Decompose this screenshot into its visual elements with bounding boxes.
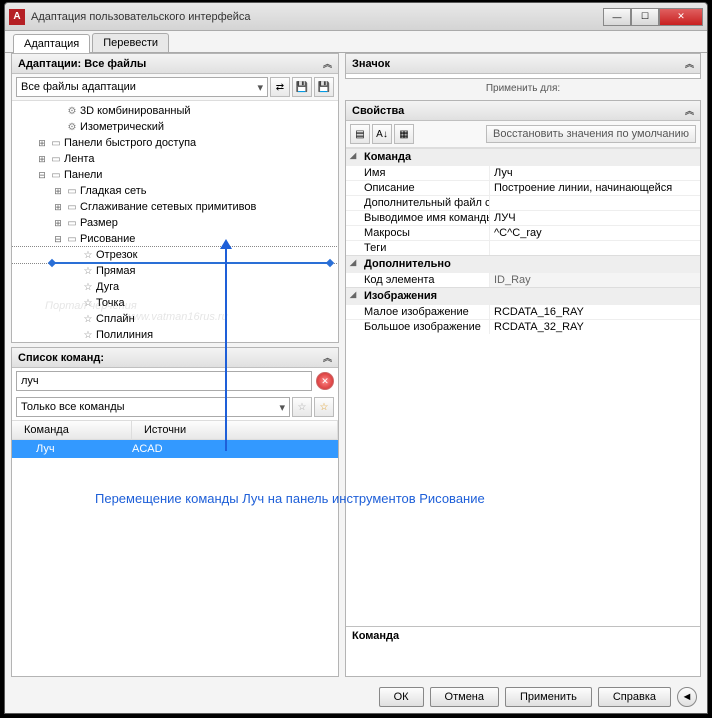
tab-adaptation[interactable]: Адаптация <box>13 34 90 53</box>
close-button[interactable]: ✕ <box>659 8 703 26</box>
icon-panel-header: Значок <box>352 58 390 70</box>
tab-translate[interactable]: Перевести <box>92 33 169 52</box>
command-filter-combo[interactable]: Только все команды <box>16 397 290 417</box>
props-icon[interactable]: ▦ <box>394 124 414 144</box>
commandlist-header: Список команд: <box>18 352 104 364</box>
favorite-icon[interactable]: ☆ <box>292 397 312 417</box>
drop-indicator <box>52 262 330 264</box>
clear-search-icon[interactable]: ✕ <box>316 372 334 390</box>
window-title: Адаптация пользовательского интерфейса <box>31 11 603 23</box>
properties-header: Свойства <box>352 105 404 117</box>
collapse-icon[interactable]: ︽ <box>323 351 332 364</box>
apply-button[interactable]: Применить <box>505 687 592 707</box>
tab-strip: Адаптация Перевести <box>5 31 707 53</box>
adaptation-files-combo[interactable]: Все файлы адаптации <box>16 77 268 97</box>
app-icon: A <box>9 9 25 25</box>
tree-item-segment[interactable]: ☆Отрезок <box>12 247 338 263</box>
property-grid[interactable]: Команда ИмяЛуч ОписаниеПостроение линии,… <box>346 148 700 626</box>
list-item[interactable]: Луч ACAD <box>12 440 338 458</box>
save-icon[interactable]: 💾 <box>292 77 312 97</box>
restore-defaults-button[interactable]: Восстановить значения по умолчанию <box>486 125 696 143</box>
sort-icon[interactable]: A↓ <box>372 124 392 144</box>
command-search-input[interactable] <box>16 371 312 391</box>
transfer-icon[interactable]: ⇄ <box>270 77 290 97</box>
customization-tree[interactable]: ⚙3D комбинированный ⚙Изометрический ⊞▭Па… <box>12 101 338 342</box>
collapse-icon[interactable]: ︽ <box>685 104 694 117</box>
save-as-icon[interactable]: 💾 <box>314 77 334 97</box>
collapse-icon[interactable]: ︽ <box>685 57 694 70</box>
adaptations-header: Адаптации: Все файлы <box>18 58 146 70</box>
favorite-add-icon[interactable]: ☆ <box>314 397 334 417</box>
apply-for-label: Применить для: <box>345 83 701 96</box>
command-list[interactable]: Луч ACAD <box>12 440 338 676</box>
ok-button[interactable]: ОК <box>379 687 424 707</box>
maximize-button[interactable]: ☐ <box>631 8 659 26</box>
collapse-icon[interactable]: ︽ <box>323 57 332 70</box>
categorize-icon[interactable]: ▤ <box>350 124 370 144</box>
property-description: Команда <box>346 626 700 676</box>
titlebar: A Адаптация пользовательского интерфейса… <box>5 3 707 31</box>
help-button[interactable]: Справка <box>598 687 671 707</box>
command-list-header: Команда Источни <box>12 420 338 440</box>
cancel-button[interactable]: Отмена <box>430 687 499 707</box>
minimize-button[interactable]: — <box>603 8 631 26</box>
context-help-icon[interactable]: ◄ <box>677 687 697 707</box>
